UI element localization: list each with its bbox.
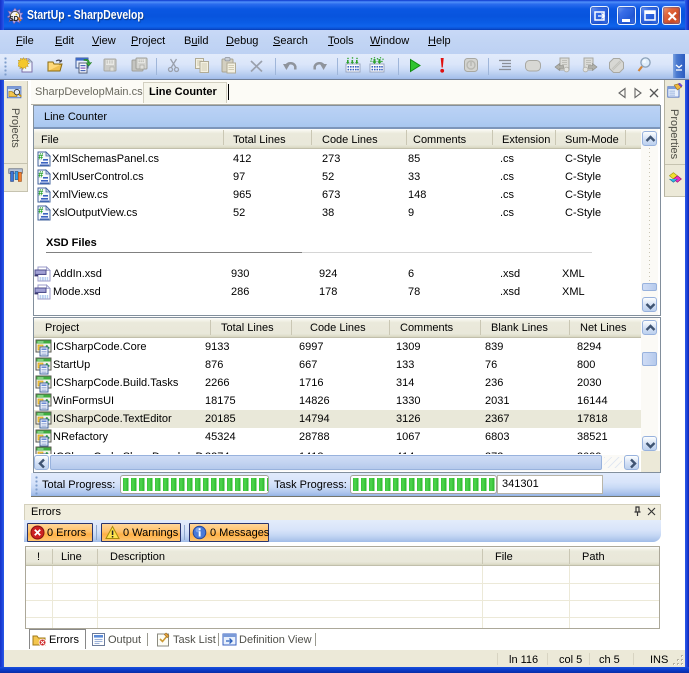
- svg-text:#: #: [38, 152, 43, 162]
- svg-text:#: #: [38, 206, 43, 216]
- svg-text:#: #: [38, 170, 43, 180]
- svg-text:#: #: [38, 188, 43, 198]
- svg-text:SD: SD: [9, 16, 19, 23]
